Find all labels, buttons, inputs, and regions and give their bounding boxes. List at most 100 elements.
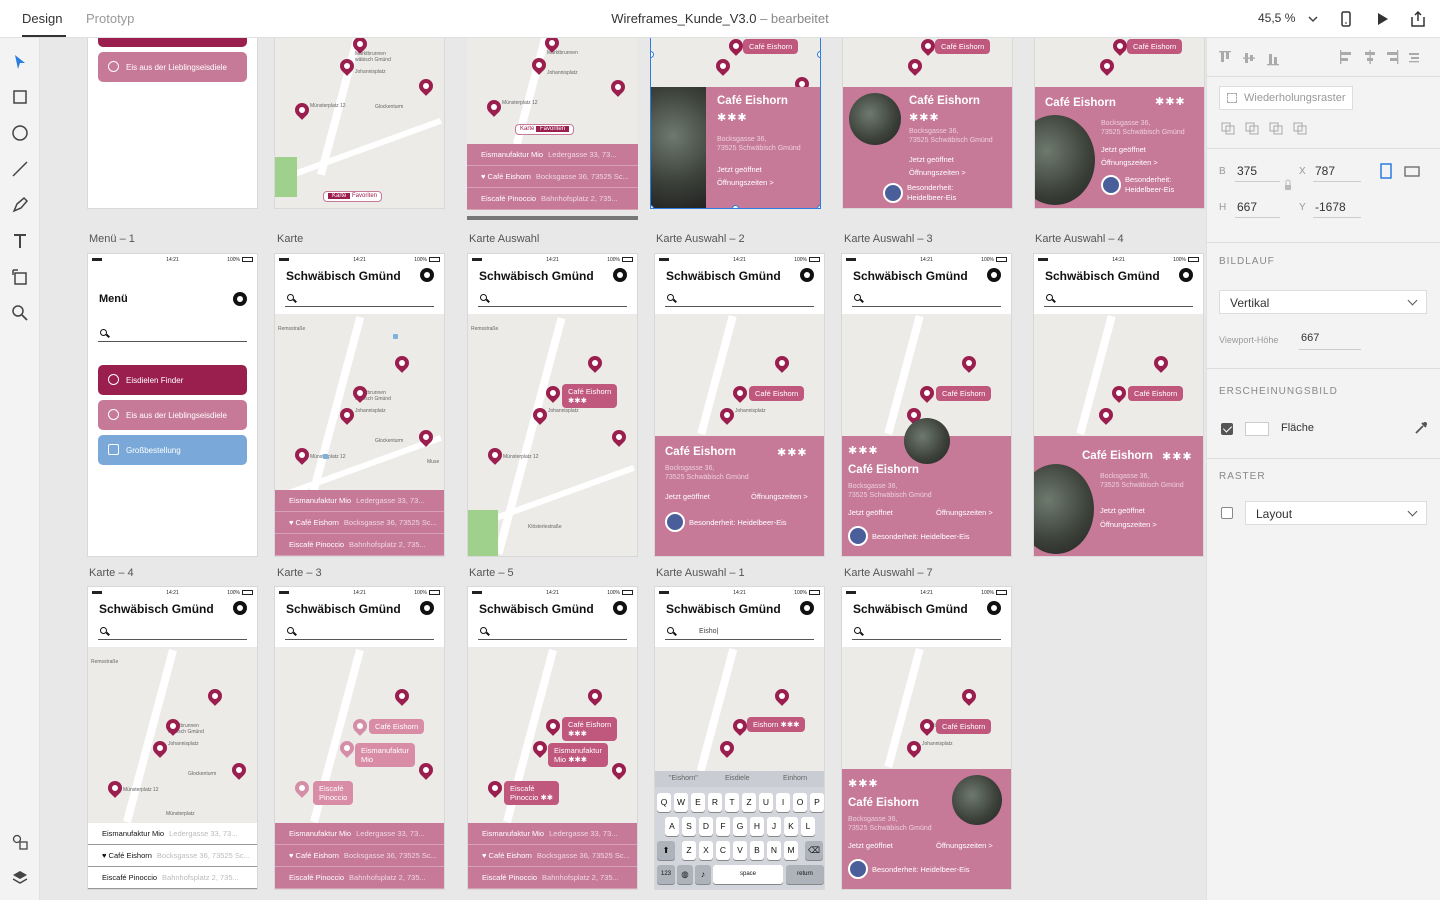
finder-button[interactable]: Eisdielen Finder [98,365,247,395]
artboard-label[interactable]: Karte Auswahl – 7 [844,567,933,579]
design-canvas[interactable]: Eis aus der Lieblingseisdiele Marktbrunn… [40,38,1206,900]
key[interactable]: X [699,841,713,860]
repeat-grid-button[interactable]: Wiederholungsraster [1219,86,1353,110]
symbols-icon[interactable] [10,832,30,852]
suggestion[interactable]: "Eishorn" [669,775,698,782]
suggestion[interactable]: Einhorn [783,775,807,782]
artboard-label[interactable]: Karte – 3 [277,567,322,579]
finder-button[interactable] [98,38,247,47]
map[interactable]: Café Eishorn ✱✱✱ Eismanufaktur Mio ✱✱✱ Eis… [468,647,637,825]
key[interactable]: H [750,817,764,836]
map-pin-icon[interactable] [337,738,357,758]
gear-icon[interactable] [800,268,814,282]
map[interactable]: Marktbrunnen wäbisch Gmünd Johannisplatz… [275,38,444,208]
map-pin-icon[interactable] [713,56,733,76]
map-pin-icon[interactable] [150,738,170,758]
map[interactable]: Café Eishorn [1035,38,1204,87]
hours-link[interactable]: Öffnungszeiten > [1101,158,1158,167]
selection-handle[interactable] [817,205,820,208]
map-bubble[interactable]: Café Eishorn [749,386,805,401]
list-item[interactable]: Eiscafé Pinoccio Bahnhofsplatz 2, 735... [467,188,638,210]
artboard-karte-auswahl-2[interactable]: 14:21 100% Schwäbisch Gmünd Johannisplatz… [654,253,825,557]
map[interactable]: Café Eishorn Eismanufaktur Mio Eiscafé Pin… [275,647,444,825]
map-pin-icon[interactable] [1096,405,1116,425]
gear-icon[interactable] [987,601,1001,615]
cafe-card[interactable]: Café Eishorn ✱✱✱ Bocksgasse 36, 73525 Sch… [655,436,824,556]
toggle-map[interactable]: Karte [328,193,351,199]
cafe-card[interactable]: Café Eishorn ✱✱✱ Bocksgasse 36, 73525 Sch… [1034,436,1203,556]
return-key[interactable]: return [786,865,824,884]
key[interactable]: F [716,817,730,836]
list-item[interactable]: Eismanufaktur Mio Ledergasse 33, 73... [275,823,444,845]
search-input[interactable] [478,293,627,307]
map-pin-icon[interactable] [292,100,312,120]
map-bubble[interactable]: Café Eishorn [1128,386,1184,401]
map-pin-icon[interactable] [530,738,550,758]
search-input[interactable]: Eisho| [665,626,814,640]
list-item[interactable]: Eiscafé Pinoccio Bahnhofsplatz 2, 735... [275,867,444,889]
bulk-order-button[interactable]: Großbestellung [98,435,247,465]
key[interactable]: J [767,817,781,836]
gear-icon[interactable] [233,601,247,615]
play-icon[interactable] [1373,10,1391,28]
zoom-tool-icon[interactable] [10,303,30,323]
hours-link[interactable]: Öffnungszeiten > [1100,520,1157,529]
map-pin-icon[interactable] [609,760,629,780]
artboard-cafe-selected[interactable]: Café Eishorn Café Eishorn ✱✱✱ Bocksgasse… [650,38,821,209]
artboard-cafe-top-3[interactable]: Café Eishorn Café Eishorn ✱✱✱ Bocksgasse… [1034,38,1205,209]
search-input[interactable] [285,293,434,307]
list-item[interactable]: ♥ Café Eishorn Bocksgasse 36, 73525 Sc... [275,845,444,867]
map-pin-icon[interactable] [717,738,737,758]
artboard-menu-top[interactable]: Eis aus der Lieblingseisdiele [87,38,258,209]
height-field[interactable]: 667 [1237,200,1257,214]
map[interactable]: Remsstraße Marktbrunnen wäbisch Gmünd Jo… [88,647,257,825]
artboard-karte[interactable]: 14:21 100% Schwäbisch Gmünd Remsstraße Ma… [274,253,445,557]
map-bubble[interactable]: Café Eishorn [369,719,425,734]
map-pin-icon[interactable] [484,97,504,117]
map-pin-icon[interactable] [416,76,436,96]
artboard-map-top-1[interactable]: Marktbrunnen wäbisch Gmünd Johannisplatz… [274,38,445,209]
text-tool-icon[interactable] [10,231,30,251]
key[interactable]: G [733,817,747,836]
search-input[interactable] [98,626,247,640]
map-pin-icon[interactable] [959,686,979,706]
map-bubble[interactable]: Café Eishorn [936,386,992,401]
favorites-button[interactable]: Eis aus der Lieblingseisdiele [98,400,247,430]
key[interactable]: E [691,793,705,812]
artboard-menu-1[interactable]: 14:21 100% Menü Eisdielen Finder Eis aus … [87,253,258,557]
map-pin-icon[interactable] [585,686,605,706]
map-pin-icon[interactable] [917,716,937,736]
key[interactable]: L [801,817,815,836]
key[interactable]: M [784,841,798,860]
gear-icon[interactable] [233,292,247,306]
map-favorites-toggle[interactable]: Karte Favoriten [515,124,575,136]
list-item[interactable]: Eiscafé Pinoccio Bahnhofsplatz 2, 735... [88,867,257,889]
key[interactable]: D [699,817,713,836]
map-bubble[interactable]: Café Eishorn ✱✱✱ [562,717,618,741]
map[interactable]: Café Eishorn [651,38,820,87]
favorites-button[interactable]: Eis aus der Lieblingseisdiele [98,52,247,82]
map-pin-icon[interactable] [105,778,125,798]
artboard-label[interactable]: Karte Auswahl – 2 [656,233,745,245]
zoom-chevron-down-icon[interactable] [1304,10,1322,28]
map[interactable]: Johannisplatz Café Eishorn [655,314,824,436]
key[interactable]: W [674,793,688,812]
artboard-label[interactable]: Karte Auswahl – 1 [656,567,745,579]
map[interactable]: Café Eishorn [843,38,1012,87]
map[interactable]: Remsstraße Marktbrunnen wäbisch Gmünd Jo… [275,314,444,494]
key[interactable]: P [810,793,824,812]
search-input[interactable] [478,626,627,640]
map-pin-icon[interactable] [717,405,737,425]
search-input[interactable] [665,293,814,307]
list-item[interactable]: Eiscafé Pinoccio Bahnhofsplatz 2, 735... [468,867,637,889]
map-pin-icon[interactable] [392,353,412,373]
share-icon[interactable] [1409,10,1427,28]
map-pin-icon[interactable] [730,383,750,403]
map-pin-icon[interactable] [392,686,412,706]
line-tool-icon[interactable] [10,159,30,179]
toggle-favorites[interactable]: Favoriten [352,193,377,199]
width-field[interactable]: 375 [1237,164,1257,178]
artboard-karte-3[interactable]: 14:21 100% Schwäbisch Gmünd Café Eishorn … [274,586,445,890]
map-bubble[interactable]: Café Eishorn [743,39,799,54]
map-bubble[interactable]: Eiscafé Pinoccio ✱✱ [504,781,560,805]
